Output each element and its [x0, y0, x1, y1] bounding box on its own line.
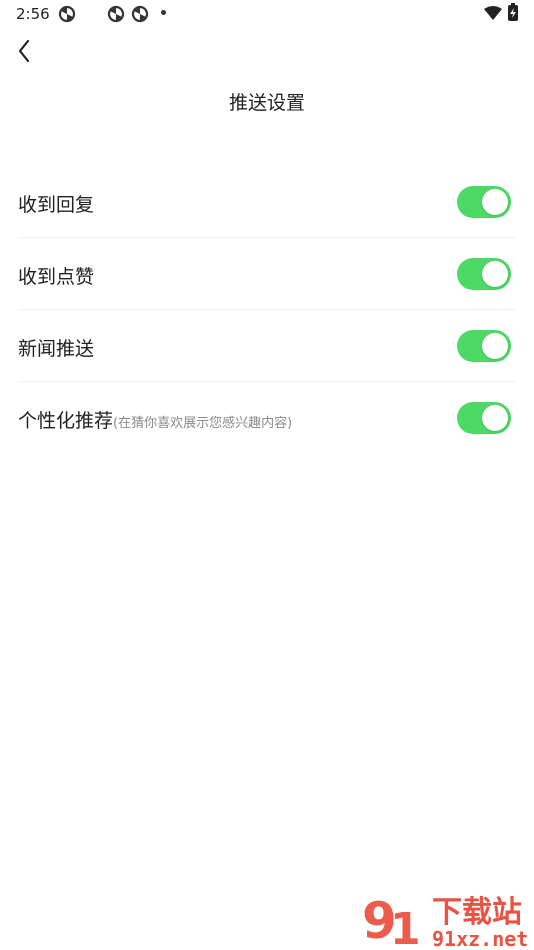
watermark-text: 下载站 — [432, 895, 522, 930]
dot-icon — [161, 10, 166, 15]
svg-text:1: 1 — [390, 904, 421, 950]
reply-toggle[interactable] — [457, 186, 511, 218]
setting-label: 收到回复 — [18, 190, 94, 217]
setting-label-text: 收到回复 — [18, 194, 95, 216]
news-toggle[interactable] — [457, 330, 511, 362]
setting-label-text: 新闻推送 — [18, 338, 95, 360]
page-title: 推送设置 — [228, 92, 305, 114]
setting-label-text: 个性化推荐 — [18, 410, 114, 432]
app-notification-icon — [131, 5, 149, 23]
status-bar: 2:56 — [0, 0, 534, 28]
setting-row-like: 收到点赞 — [18, 238, 516, 310]
settings-list: 收到回复 收到点赞 新闻推送 个性化推荐(在猜你喜欢展示您感兴趣内容) — [18, 166, 516, 454]
setting-label: 收到点赞 — [18, 262, 94, 289]
status-time: 2:56 — [16, 5, 50, 23]
setting-label: 新闻推送 — [18, 334, 94, 361]
setting-label-text: 收到点赞 — [18, 266, 95, 288]
watermark-logo: 9 1 下载站 91xz.net — [362, 892, 528, 950]
toggle-knob — [482, 333, 508, 359]
setting-row-personalized: 个性化推荐(在猜你喜欢展示您感兴趣内容) — [18, 382, 516, 454]
setting-row-news: 新闻推送 — [18, 310, 516, 382]
setting-label: 个性化推荐(在猜你喜欢展示您感兴趣内容) — [18, 406, 292, 433]
personalized-toggle[interactable] — [457, 402, 511, 434]
app-notification-icon — [107, 5, 125, 23]
watermark-url: 91xz.net — [432, 927, 528, 950]
like-toggle[interactable] — [457, 258, 511, 290]
toggle-knob — [482, 189, 508, 215]
setting-sublabel: (在猜你喜欢展示您感兴趣内容) — [113, 416, 293, 431]
setting-row-reply: 收到回复 — [18, 166, 516, 238]
toggle-knob — [482, 405, 508, 431]
battery-charging-icon — [508, 3, 518, 21]
wifi-icon — [484, 6, 502, 20]
chevron-left-icon[interactable] — [12, 36, 40, 66]
toggle-knob — [482, 261, 508, 287]
app-notification-icon — [58, 5, 76, 23]
